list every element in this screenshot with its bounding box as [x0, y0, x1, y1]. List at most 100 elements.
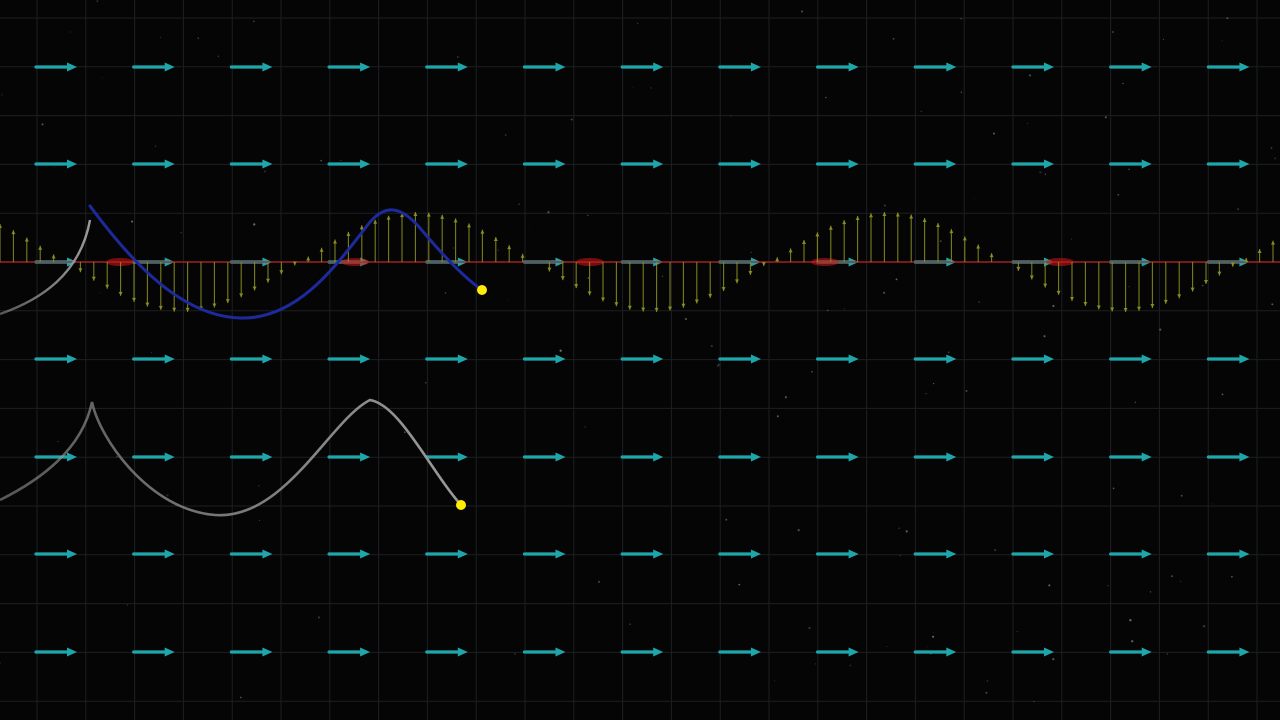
arrow-right-icon: [1044, 452, 1054, 462]
star-dot: [1131, 640, 1134, 643]
wave-arrow-head: [225, 299, 230, 304]
star-dot: [1128, 286, 1130, 288]
star-dot: [1122, 82, 1124, 85]
arrow-right-icon: [457, 647, 468, 657]
star-dot: [258, 519, 261, 522]
arrow-right-icon: [946, 354, 957, 364]
arrow-right-icon: [164, 452, 175, 462]
arrow-right-icon: [1141, 647, 1152, 657]
star-dot: [57, 441, 59, 443]
wave-arrow-head: [681, 303, 686, 308]
star-dot: [1201, 284, 1204, 287]
star-dot: [98, 292, 101, 294]
arrow-right-icon: [1239, 452, 1250, 462]
arrow-right-icon: [946, 647, 957, 657]
star-dot: [69, 31, 71, 33]
wave-arrow-head: [520, 253, 525, 258]
arrow-right-icon: [848, 647, 859, 657]
star-dot: [843, 308, 845, 310]
particle-marker-upper: [477, 285, 487, 295]
wave-arrow-head: [386, 215, 391, 220]
wave-arrow-head: [1177, 294, 1182, 299]
wave-arrow-head: [560, 276, 565, 281]
arrow-right-icon: [67, 159, 77, 169]
star-dot: [1048, 584, 1051, 587]
arrow-right-icon: [653, 647, 664, 657]
arrow-right-icon: [946, 452, 957, 462]
arrow-right-icon: [457, 354, 468, 364]
star-dot: [1134, 401, 1136, 403]
arrow-right-icon: [1239, 354, 1250, 364]
star-dot: [1271, 303, 1274, 306]
star-dot: [1149, 591, 1152, 593]
star-dot: [1230, 575, 1233, 578]
arrow-right-icon: [1141, 354, 1152, 364]
wave-arrow-head: [735, 279, 739, 284]
star-dot: [0, 94, 3, 96]
star-dot: [1170, 575, 1173, 578]
wave-arrow-head: [132, 297, 136, 302]
wave-arrow-head: [319, 247, 324, 252]
star-dot: [1027, 122, 1028, 124]
arrow-right-icon: [653, 159, 664, 169]
star-dot: [444, 292, 447, 294]
wave-arrow-head: [252, 286, 257, 291]
arrow-right-icon: [457, 62, 468, 72]
arrow-right-icon: [555, 159, 566, 169]
arrow-right-icon: [360, 549, 371, 559]
star-dot: [883, 204, 886, 207]
star-dot: [1104, 116, 1107, 119]
star-dot: [131, 220, 134, 223]
arrow-right-icon: [946, 549, 957, 559]
arrow-right-icon: [164, 62, 175, 72]
star-dot: [716, 365, 719, 368]
arrow-right-icon: [360, 647, 371, 657]
star-dot: [197, 37, 199, 39]
star-dot: [587, 214, 589, 216]
star-dot: [239, 696, 242, 699]
wave-arrow-head: [1163, 299, 1168, 304]
star-dot: [1071, 238, 1073, 240]
wave-arrow-head: [828, 225, 833, 230]
arrow-right-icon: [653, 62, 664, 72]
star-dot: [1202, 625, 1206, 628]
vector-field-scene: [0, 0, 1280, 720]
star-dot: [258, 485, 260, 487]
star-dot: [986, 680, 989, 682]
arrow-right-icon: [1044, 354, 1054, 364]
star-dot: [1221, 40, 1223, 42]
arrow-right-icon: [1141, 62, 1152, 72]
star-dot: [116, 455, 118, 458]
star-dot: [992, 132, 996, 135]
star-dot: [905, 530, 908, 533]
arrow-right-icon: [164, 647, 175, 657]
arrow-right-icon: [262, 62, 273, 72]
arrow-right-icon: [653, 452, 664, 462]
wave-arrow-head: [1137, 306, 1141, 311]
star-dot: [166, 494, 169, 497]
wave-arrow-head: [775, 257, 780, 262]
star-dot: [933, 631, 934, 633]
star-dot: [1117, 193, 1120, 196]
arrow-right-icon: [67, 452, 77, 462]
star-dot: [518, 203, 520, 205]
wave-arrow-head: [547, 267, 552, 272]
wave-arrow-head: [976, 244, 981, 249]
arrow-right-icon: [555, 62, 566, 72]
arrow-right-icon: [262, 452, 273, 462]
star-dot: [1129, 619, 1132, 622]
wave-arrow-head: [748, 270, 753, 275]
arrow-right-icon: [457, 452, 468, 462]
arrow-right-icon: [555, 354, 566, 364]
star-dot: [1159, 328, 1162, 331]
arrow-right-icon: [848, 354, 859, 364]
wave-arrow-head: [1083, 301, 1088, 306]
wave-arrow-head: [654, 307, 659, 312]
wave-arrow-head: [333, 239, 337, 244]
star-dot: [1052, 304, 1055, 308]
star-dot: [1180, 580, 1182, 582]
wave-arrow-head: [949, 229, 954, 234]
arrow-right-icon: [164, 354, 175, 364]
arrow-right-icon: [848, 452, 859, 462]
arrow-right-icon: [164, 549, 175, 559]
